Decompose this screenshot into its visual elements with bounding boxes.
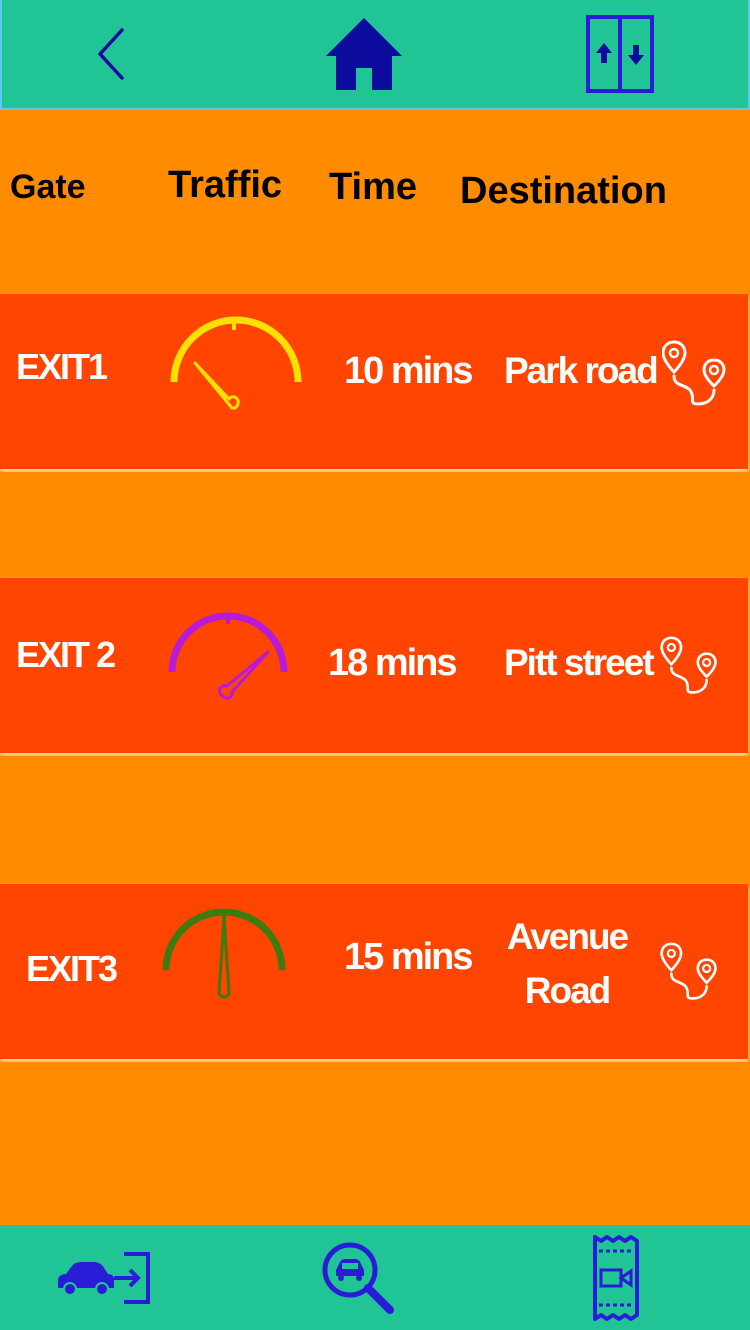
- elevator-swap-icon: [586, 15, 654, 93]
- back-chevron-icon: [98, 28, 124, 80]
- traffic-gauge-icon: [170, 316, 302, 410]
- row-spacer: [0, 1062, 750, 1225]
- exit-destination: Pitt street: [504, 642, 655, 683]
- header-gate: Gate: [10, 168, 86, 206]
- car-enter-button[interactable]: [52, 1225, 156, 1330]
- column-header-row: Gate Traffic Time Destination: [0, 112, 750, 294]
- home-icon: [326, 18, 402, 90]
- exit-row-3[interactable]: EXIT3 15 mins Avenue Road: [0, 884, 748, 1059]
- exit-gate-label: EXIT3: [26, 948, 118, 989]
- ticket-button[interactable]: [588, 1225, 644, 1330]
- video-ticket-icon: [593, 1234, 639, 1321]
- exit-time: 18 mins: [328, 642, 458, 684]
- bottom-nav-bar: [0, 1225, 750, 1330]
- back-button[interactable]: [82, 0, 146, 108]
- header-traffic: Traffic: [168, 164, 283, 206]
- car-enter-icon: [58, 1251, 150, 1304]
- exit-time: 15 mins: [344, 936, 474, 978]
- exit-gate-label: EXIT 2: [16, 634, 116, 675]
- header-destination: Destination: [460, 170, 667, 212]
- home-button[interactable]: [322, 0, 406, 108]
- route-map-icon[interactable]: [660, 636, 718, 696]
- traffic-gauge-icon: [162, 908, 286, 999]
- search-car-button[interactable]: [318, 1225, 402, 1330]
- traffic-gauge-icon: [168, 612, 288, 700]
- route-map-icon[interactable]: [662, 340, 726, 408]
- header-time: Time: [329, 166, 418, 208]
- row-spacer: [0, 756, 750, 884]
- exit-destination: Park road: [504, 350, 659, 391]
- swap-button[interactable]: [584, 0, 656, 108]
- exit-gate-label: EXIT1: [16, 346, 108, 387]
- exit-row-2[interactable]: EXIT 2 18 mins Pitt street: [0, 578, 748, 753]
- route-map-icon[interactable]: [660, 942, 718, 1002]
- top-nav-bar: [0, 0, 750, 110]
- exit-row-1[interactable]: EXIT1 10 mins Park road: [0, 294, 748, 469]
- exit-time: 10 mins: [344, 350, 474, 392]
- row-spacer: [0, 472, 750, 578]
- car-search-icon: [322, 1242, 394, 1314]
- exit-destination: Avenue Road: [506, 916, 629, 1011]
